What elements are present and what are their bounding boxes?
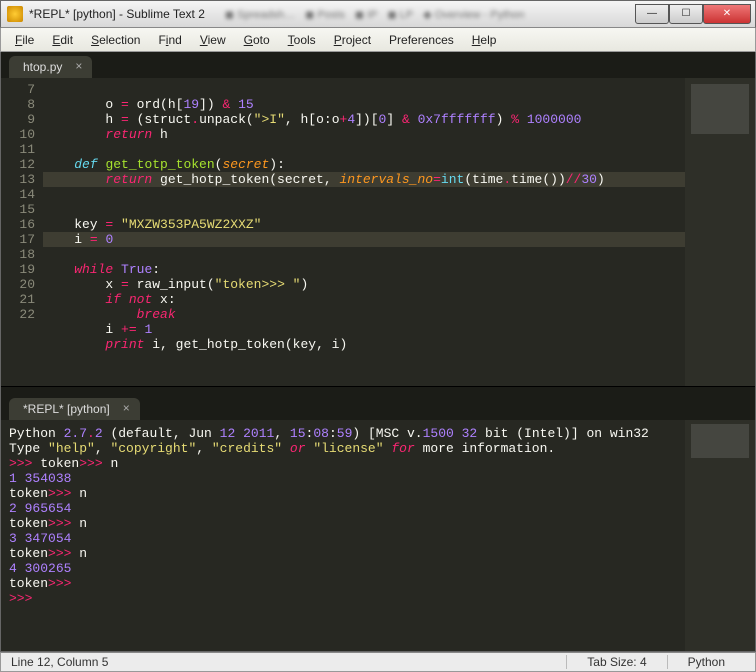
editor-pane: htop.py × 789 101112 131415 161718 19202… <box>1 52 755 387</box>
code-area[interactable]: o = ord(h[19]) & 15 h = (struct.unpack("… <box>43 78 755 386</box>
minimize-button[interactable]: — <box>635 4 669 24</box>
menu-file[interactable]: File <box>7 31 42 49</box>
taskbar-shadow: ◼ Spreadsh…◼ Posts◼ IP◼ LP◆ Overview - P… <box>205 8 635 21</box>
minimap-repl[interactable] <box>685 420 755 651</box>
editor-body[interactable]: 789 101112 131415 161718 192021 22 o = o… <box>1 78 755 386</box>
tab-close-icon[interactable]: × <box>123 402 130 414</box>
menu-help[interactable]: Help <box>464 31 505 49</box>
tab-repl[interactable]: *REPL* [python] × <box>9 398 140 420</box>
app-icon <box>7 6 23 22</box>
maximize-button[interactable]: ☐ <box>669 4 703 24</box>
tab-label: *REPL* [python] <box>23 402 110 416</box>
menu-project[interactable]: Project <box>326 31 379 49</box>
window-title: *REPL* [python] - Sublime Text 2 <box>29 7 205 21</box>
tabbar-top: htop.py × <box>1 52 755 78</box>
tab-label: htop.py <box>23 60 62 74</box>
menu-selection[interactable]: Selection <box>83 31 148 49</box>
minimap[interactable] <box>685 78 755 386</box>
menu-goto[interactable]: Goto <box>236 31 278 49</box>
menu-edit[interactable]: Edit <box>44 31 81 49</box>
menubar: File Edit Selection Find View Goto Tools… <box>0 28 756 52</box>
menu-view[interactable]: View <box>192 31 234 49</box>
menu-find[interactable]: Find <box>150 31 189 49</box>
menu-preferences[interactable]: Preferences <box>381 31 462 49</box>
repl-body[interactable]: Python 2.7.2 (default, Jun 12 2011, 15:0… <box>1 420 755 651</box>
status-language[interactable]: Python <box>667 655 745 669</box>
tab-close-icon[interactable]: × <box>75 60 82 72</box>
status-position: Line 12, Column 5 <box>11 655 108 669</box>
window-buttons: — ☐ ✕ <box>635 5 751 24</box>
tab-htop[interactable]: htop.py × <box>9 56 92 78</box>
status-tabsize[interactable]: Tab Size: 4 <box>566 655 666 669</box>
statusbar: Line 12, Column 5 Tab Size: 4 Python <box>0 652 756 672</box>
tabbar-bottom: *REPL* [python] × <box>1 394 755 420</box>
titlebar: *REPL* [python] - Sublime Text 2 ◼ Sprea… <box>0 0 756 28</box>
workspace: htop.py × 789 101112 131415 161718 19202… <box>0 52 756 652</box>
repl-pane: *REPL* [python] × Python 2.7.2 (default,… <box>1 391 755 651</box>
close-button[interactable]: ✕ <box>703 4 751 24</box>
menu-tools[interactable]: Tools <box>280 31 324 49</box>
gutter: 789 101112 131415 161718 192021 22 <box>1 78 43 386</box>
